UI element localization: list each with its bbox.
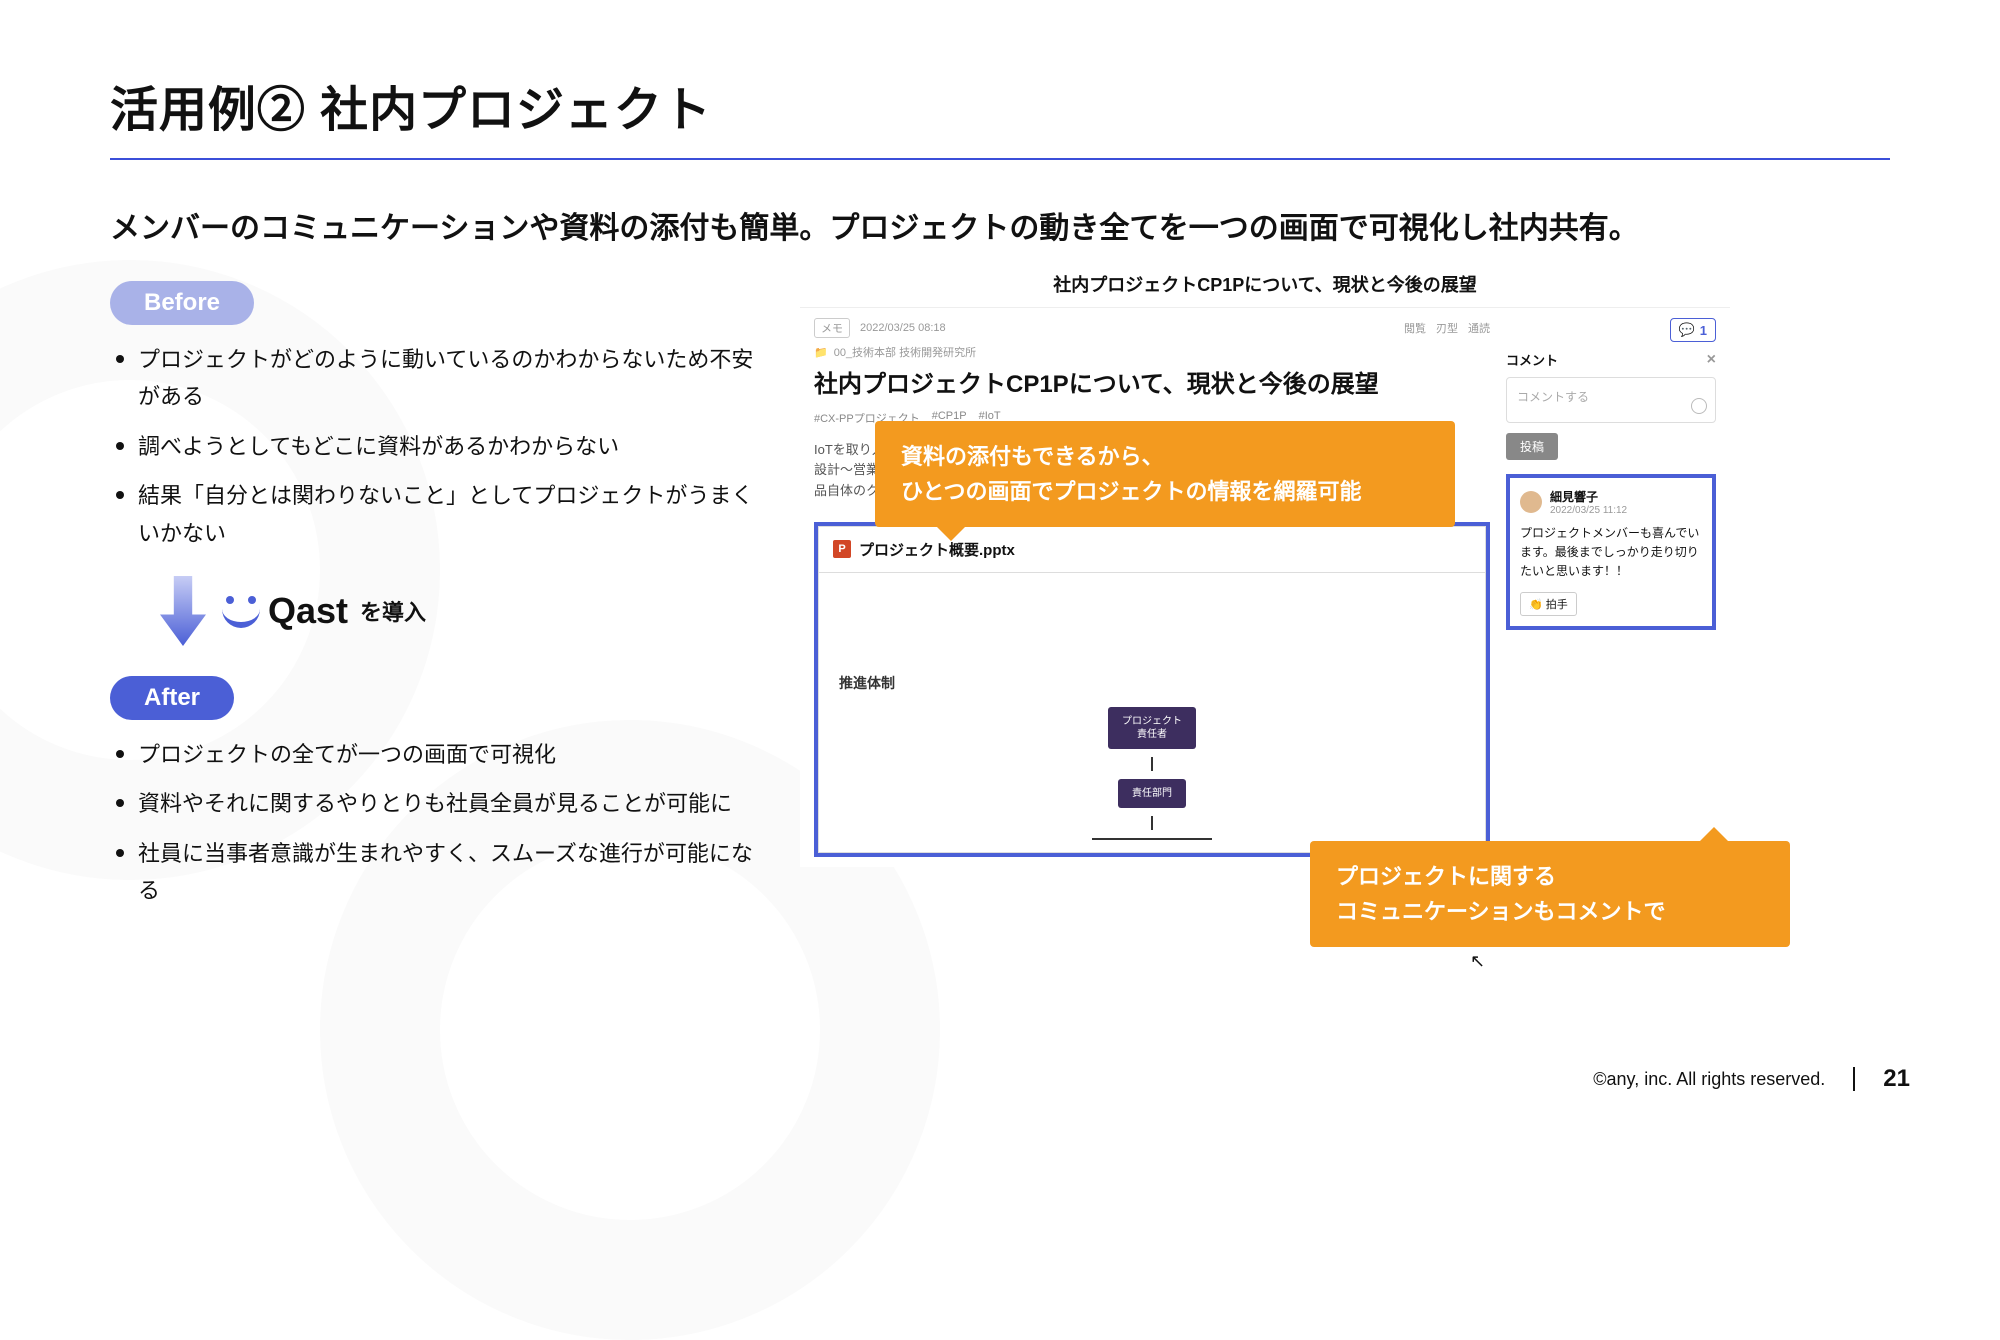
callout-comment: プロジェクトに関する コミュニケーションもコメントで — [1310, 841, 1790, 947]
list-item: 調べようとしてもどこに資料があるかわからない — [116, 428, 760, 465]
comment-date: 2022/03/25 11:12 — [1550, 505, 1627, 516]
attachment-header: P プロジェクト概要.pptx — [818, 526, 1486, 573]
close-icon[interactable]: × — [1707, 351, 1716, 369]
comment-input[interactable]: コメントする — [1506, 377, 1716, 423]
before-pill: Before — [110, 281, 254, 325]
down-arrow-icon — [160, 576, 206, 646]
smile-icon — [222, 596, 260, 626]
logo-suffix: を導入 — [360, 595, 426, 627]
before-list: プロジェクトがどのように動いているのかわからないため不安がある 調べようとしても… — [116, 341, 760, 552]
comment-body: プロジェクトメンバーも喜んでいます。最後までしっかり走り切りたいと思います！！ — [1520, 524, 1702, 582]
folder-icon: 📁 — [814, 346, 828, 359]
powerpoint-icon: P — [833, 540, 851, 558]
memo-tag: メモ — [814, 318, 850, 338]
attachment-highlight: P プロジェクト概要.pptx 推進体制 プロジェクト 責任者 責任部門 — [814, 522, 1490, 857]
attachment-preview: 推進体制 プロジェクト 責任者 責任部門 — [818, 573, 1486, 853]
qast-logo: Qast を導入 — [222, 590, 426, 632]
list-item: プロジェクトがどのように動いているのかわからないため不安がある — [116, 341, 760, 416]
callout-attachment: 資料の添付もできるから、 ひとつの画面でプロジェクトの情報を網羅可能 — [875, 421, 1455, 527]
preview-heading: 推進体制 — [839, 673, 1465, 693]
meta-views: 閲覧 — [1404, 320, 1426, 336]
copyright: ©any, inc. All rights reserved. — [1593, 1069, 1825, 1090]
comment-count-badge: 💬 1 — [1670, 318, 1716, 342]
page-number: 21 — [1883, 1065, 1910, 1093]
article-title: 社内プロジェクトCP1Pについて、現状と今後の展望 — [814, 368, 1490, 402]
comment-sidebar: 💬 1 コメント × コメントする 投稿 — [1506, 318, 1716, 857]
list-item: 結果「自分とは関わりないこと」としてプロジェクトがうまくいかない — [116, 477, 760, 552]
comment-icon: 💬 — [1679, 322, 1695, 338]
folder-path: 00_技術本部 技術開発研究所 — [834, 344, 976, 360]
crumb-date: 2022/03/25 08:18 — [860, 322, 946, 334]
list-item: 資料やそれに関するやりとりも社員全員が見ることが可能に — [116, 785, 760, 822]
qast-intro: Qast を導入 — [160, 576, 760, 646]
slide-subtitle: メンバーのコミュニケーションや資料の添付も簡単。プロジェクトの動き全てを一つの画… — [110, 206, 1890, 251]
sidebar-title: コメント — [1506, 350, 1558, 369]
post-button[interactable]: 投稿 — [1506, 433, 1558, 460]
after-list: プロジェクトの全てが一つの画面で可視化 資料やそれに関するやりとりも社員全員が見… — [116, 736, 760, 910]
cursor-icon: ↖ — [1470, 951, 1485, 972]
meta-likes: 通読 — [1468, 320, 1490, 336]
comment-highlight: 細見響子 2022/03/25 11:12 プロジェクトメンバーも喜んでいます。… — [1506, 474, 1716, 630]
meta-refs: 刃型 — [1436, 320, 1458, 336]
clap-icon: 👏 — [1529, 599, 1543, 611]
window-title: 社内プロジェクトCP1Pについて、現状と今後の展望 — [800, 261, 1730, 308]
avatar — [1520, 491, 1542, 513]
slide-title: 活用例② 社内プロジェクト — [110, 70, 1890, 140]
after-pill: After — [110, 676, 234, 720]
emoji-icon[interactable] — [1691, 398, 1707, 414]
logo-text: Qast — [268, 590, 348, 632]
list-item: プロジェクトの全てが一つの画面で可視化 — [116, 736, 760, 773]
clap-button[interactable]: 👏 拍手 — [1520, 592, 1577, 616]
org-box-mid: 責任部門 — [1118, 779, 1186, 808]
org-box-top: プロジェクト 責任者 — [1108, 707, 1196, 749]
commenter-name: 細見響子 — [1550, 488, 1627, 505]
list-item: 社員に当事者意識が生まれやすく、スムーズな進行が可能になる — [116, 835, 760, 910]
breadcrumb: メモ 2022/03/25 08:18 閲覧 刃型 通読 — [814, 318, 1490, 338]
title-divider — [110, 158, 1890, 160]
app-screenshot: 社内プロジェクトCP1Pについて、現状と今後の展望 メモ 2022/03/25 … — [800, 261, 1730, 867]
slide-footer: ©any, inc. All rights reserved. 21 — [1593, 1065, 1910, 1093]
